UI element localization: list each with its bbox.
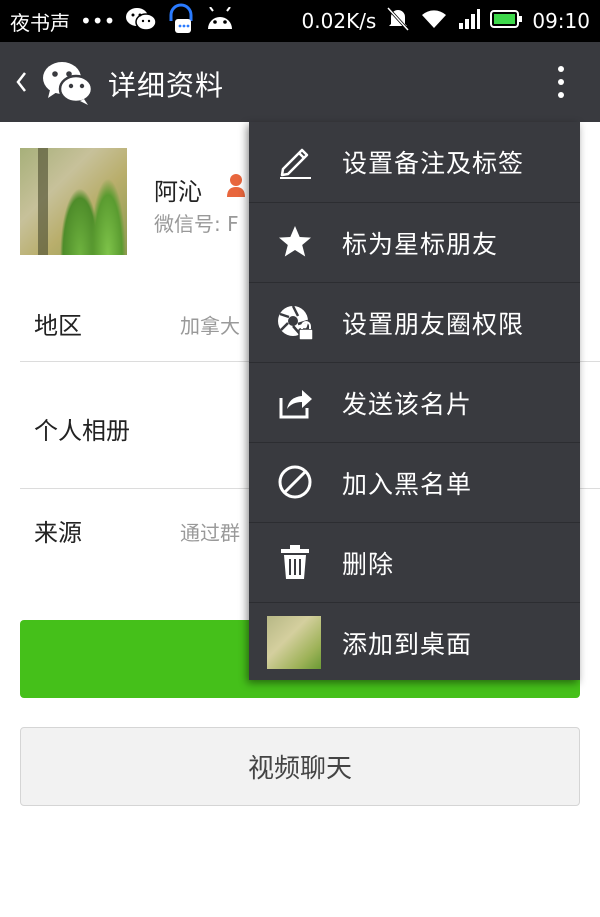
star-icon (275, 222, 315, 262)
menu-item-add-to-desktop[interactable]: 添加到桌面 (249, 602, 580, 682)
album-label[interactable]: 个人相册 (34, 411, 130, 446)
title-bar: 详细资料 (0, 42, 600, 122)
wechat-notification-icon (125, 6, 158, 37)
wechat-logo-icon[interactable] (42, 60, 94, 106)
region-label: 地区 (34, 312, 82, 340)
popup-menu: 设置备注及标签 标为星标朋友 设置朋友圈权限 发送该名片 加入黑名单 删除 添加… (249, 122, 580, 680)
page-title: 详细资料 (108, 69, 225, 102)
source-value: 通过群 (180, 521, 240, 545)
battery-icon (490, 9, 523, 34)
menu-item-blacklist[interactable]: 加入黑名单 (249, 442, 580, 522)
menu-item-set-remark[interactable]: 设置备注及标签 (249, 122, 580, 201)
wifi-icon (420, 8, 448, 35)
source-label: 来源 (34, 519, 82, 547)
android-icon (205, 5, 235, 36)
menu-item-star-friend[interactable]: 标为星标朋友 (249, 202, 580, 282)
profile-name: 阿沁 (154, 178, 202, 206)
menu-item-label: 设置朋友圈权限 (342, 310, 525, 339)
wechat-id: 微信号: F (154, 212, 239, 236)
share-icon (275, 382, 315, 422)
status-dots: ••• (80, 9, 116, 33)
female-gender-icon (225, 172, 247, 198)
signal-icon (458, 8, 481, 35)
mute-icon (386, 6, 410, 37)
more-vertical-icon[interactable] (556, 64, 566, 100)
clock: 09:10 (532, 9, 590, 33)
pencil-icon (275, 141, 315, 181)
region-value: 加拿大 (180, 314, 240, 338)
menu-item-moments-permission[interactable]: 设置朋友圈权限 (249, 282, 580, 362)
desktop-thumbnail (267, 616, 321, 669)
avatar[interactable] (20, 148, 127, 255)
menu-item-send-card[interactable]: 发送该名片 (249, 362, 580, 442)
status-app-label: 夜书声 (10, 10, 70, 35)
back-arrow-icon[interactable] (14, 66, 28, 98)
trash-icon (275, 542, 315, 582)
moments-lock-icon (275, 302, 315, 342)
headset-chat-icon (167, 3, 195, 40)
status-bar: 夜书声 ••• 0.02K/s 09:10 (0, 0, 600, 42)
network-speed: 0.02K/s (301, 9, 377, 33)
menu-item-delete[interactable]: 删除 (249, 522, 580, 602)
menu-item-label: 删除 (342, 550, 395, 579)
menu-item-label: 设置备注及标签 (342, 149, 525, 178)
menu-item-label: 发送该名片 (342, 390, 473, 419)
menu-item-label: 标为星标朋友 (342, 230, 499, 259)
video-chat-button[interactable]: 视频聊天 (20, 727, 580, 806)
menu-item-label: 添加到桌面 (342, 630, 473, 659)
block-icon (275, 462, 315, 502)
menu-item-label: 加入黑名单 (342, 470, 473, 499)
